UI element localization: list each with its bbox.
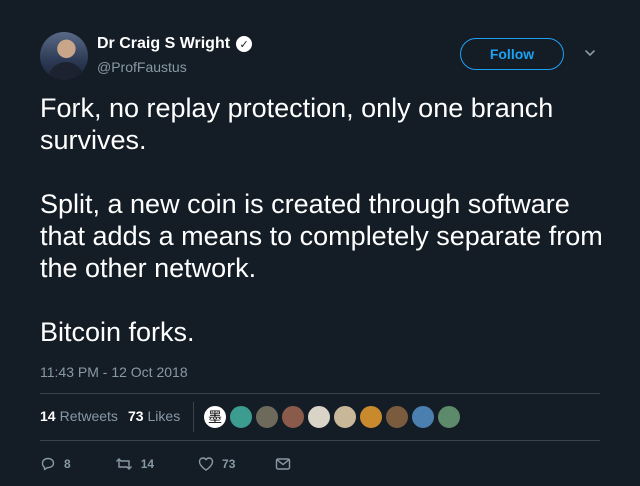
retweets-label: Retweets	[59, 408, 118, 424]
follow-button[interactable]: Follow	[460, 38, 564, 70]
likes-stat[interactable]: 73 Likes	[128, 408, 180, 424]
tweet-text: Fork, no replay protection, only one bra…	[40, 92, 605, 348]
liker-avatar-4[interactable]	[281, 405, 305, 429]
user-handle[interactable]: @ProfFaustus	[97, 59, 187, 75]
divider-bottom	[40, 440, 600, 441]
retweet-icon	[115, 458, 132, 470]
liker-avatar-3[interactable]	[255, 405, 279, 429]
direct-message-action[interactable]	[275, 457, 299, 471]
liker-avatars: 墨	[203, 405, 463, 429]
heart-icon	[198, 457, 214, 471]
tweet-paragraph-2: Split, a new coin is created through sof…	[40, 189, 603, 283]
like-count: 73	[222, 457, 236, 471]
like-action[interactable]: 73	[198, 456, 235, 472]
verified-icon: ✓	[236, 36, 253, 52]
retweets-count: 14	[40, 408, 56, 424]
likes-label: Likes	[147, 408, 181, 424]
reply-count: 8	[64, 457, 71, 471]
avatar-suit	[48, 62, 84, 80]
reply-action[interactable]: 8	[40, 456, 71, 472]
tweet-paragraph-3: Bitcoin forks.	[40, 317, 195, 347]
tweet-actions: 8 14 73	[40, 456, 299, 472]
tweet-timestamp[interactable]: 11:43 PM - 12 Oct 2018	[40, 364, 188, 380]
liker-avatar-10[interactable]	[437, 405, 461, 429]
retweet-action[interactable]: 14	[115, 456, 154, 472]
reply-icon	[41, 457, 55, 471]
display-name[interactable]: Dr Craig S Wright	[97, 35, 230, 53]
retweets-stat[interactable]: 14 Retweets	[40, 408, 118, 424]
tweet-paragraph-1: Fork, no replay protection, only one bra…	[40, 93, 554, 155]
retweet-count: 14	[140, 457, 155, 471]
likes-count: 73	[127, 408, 144, 424]
liker-avatar-6[interactable]	[333, 405, 357, 429]
name-row: Dr Craig S Wright ✓	[97, 35, 253, 53]
liker-avatar-5[interactable]	[307, 405, 331, 429]
liker-avatar-8[interactable]	[385, 405, 409, 429]
divider-top	[40, 393, 600, 394]
envelope-icon	[276, 458, 291, 470]
liker-avatar-7[interactable]	[359, 405, 383, 429]
liker-avatar-1[interactable]: 墨	[203, 405, 227, 429]
stats-separator	[193, 402, 194, 432]
avatar[interactable]	[40, 32, 88, 80]
chevron-down-icon[interactable]	[583, 46, 597, 60]
tweet-stats: 14 Retweets 73 Likes	[40, 408, 180, 424]
liker-avatar-2[interactable]	[229, 405, 253, 429]
liker-avatar-9[interactable]	[411, 405, 435, 429]
